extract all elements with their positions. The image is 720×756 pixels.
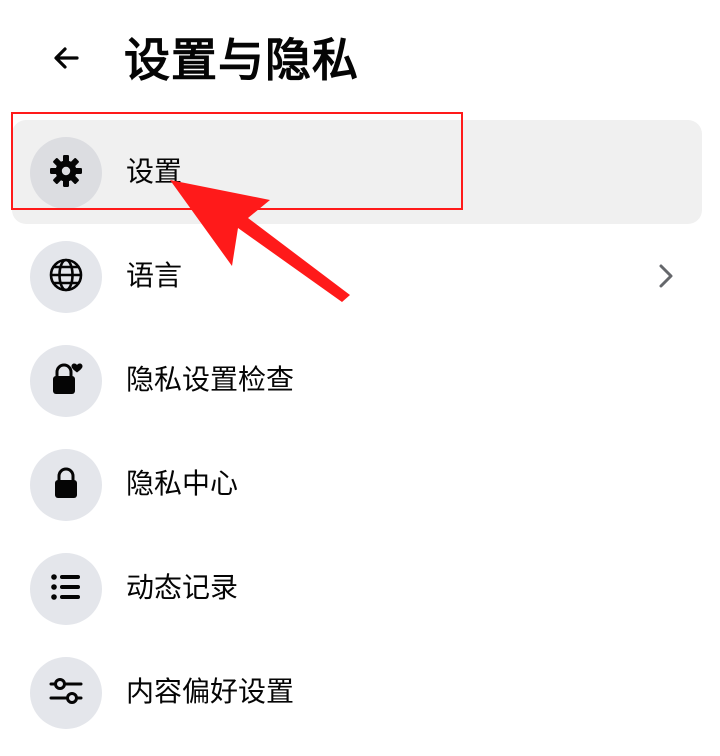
menu-item-label: 语言 [126,259,183,292]
menu-item-activity-log[interactable]: 动态记录 [12,536,702,640]
menu-item-label: 隐私设置检查 [126,363,295,396]
back-button[interactable] [38,36,94,84]
lock-icon [46,463,86,507]
arrow-left-icon [50,42,82,78]
menu-item-label: 设置 [126,155,183,188]
settings-privacy-panel: 设置与隐私 设置 语言 隐私设置检查 隐私中心 动态记录 内容偏好设置 [0,0,720,756]
globe-icon [46,255,86,299]
menu-item-content-preferences[interactable]: 内容偏好设置 [12,640,702,744]
menu-item-privacy-center[interactable]: 隐私中心 [12,432,702,536]
menu-item-label: 内容偏好设置 [126,675,295,708]
globe-icon-container [30,241,102,313]
sliders-icon-container [30,657,102,729]
menu-item-language[interactable]: 语言 [12,224,702,328]
menu-item-label: 动态记录 [126,571,239,604]
menu-item-settings[interactable]: 设置 [12,120,702,224]
page-title: 设置与隐私 [124,33,359,87]
lock-heart-icon-container [30,345,102,417]
list-icon-container [30,553,102,625]
lock-icon-container [30,449,102,521]
list-icon [46,567,86,611]
chevron-right-icon [652,262,680,290]
sliders-icon [46,671,86,715]
gear-icon-container [30,137,102,209]
header: 设置与隐私 [0,0,720,112]
menu-item-label: 隐私中心 [126,467,239,500]
gear-icon [46,151,86,195]
lock-heart-icon [46,359,86,403]
menu-item-privacy-checkup[interactable]: 隐私设置检查 [12,328,702,432]
